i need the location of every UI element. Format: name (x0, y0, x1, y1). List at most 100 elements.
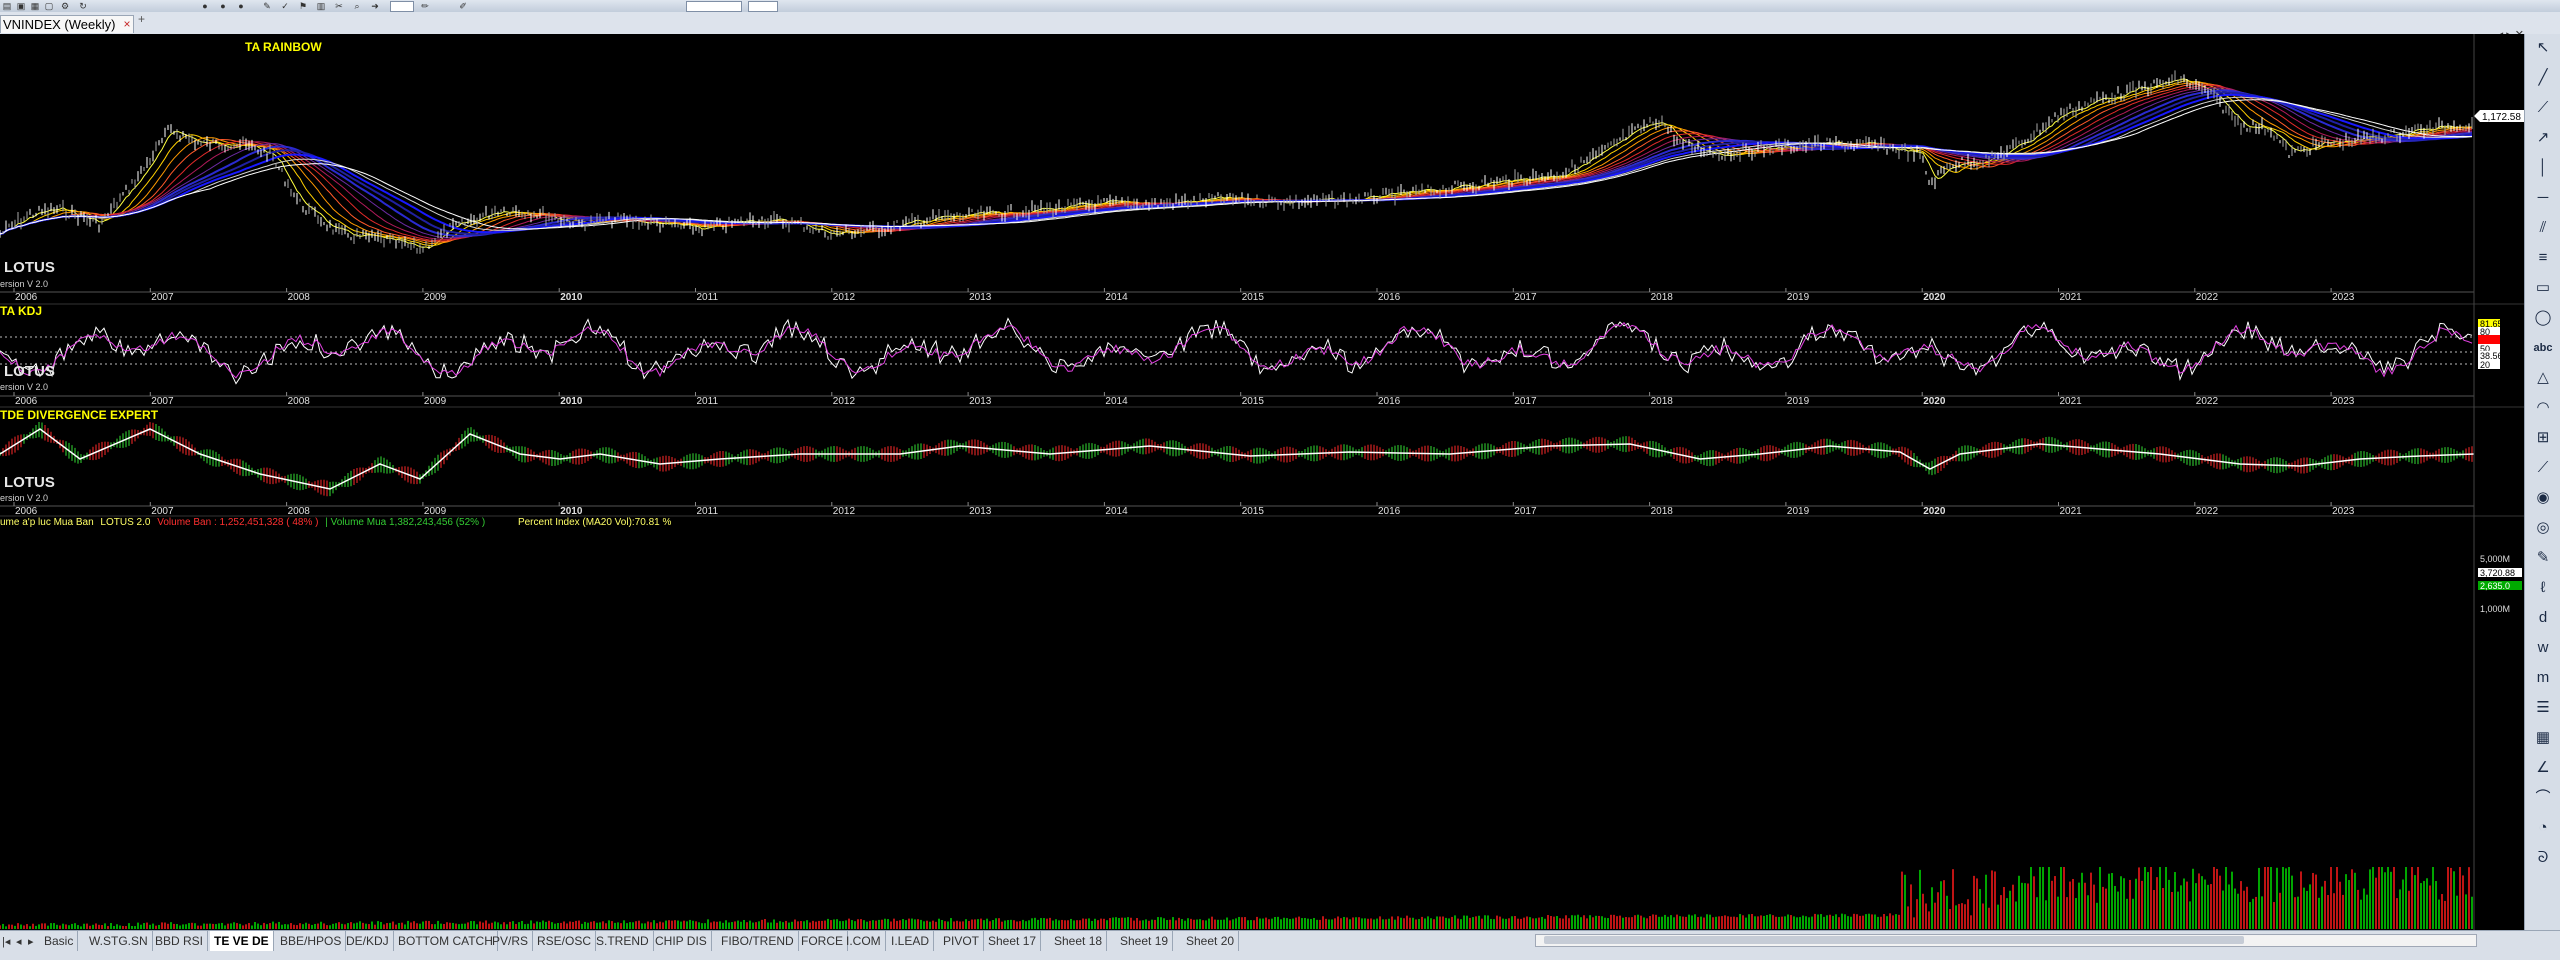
year-label: 2010 (560, 396, 583, 407)
year-label: 2020 (1923, 396, 1946, 407)
filter-icon[interactable]: ⚑ (298, 1, 308, 11)
fan-icon[interactable]: ⌒ (2533, 788, 2553, 808)
arc-icon[interactable]: ◠ (2533, 398, 2553, 418)
year-label: 2011 (697, 396, 719, 407)
year-label: 2010 (560, 506, 583, 517)
sheet-tab[interactable]: S.TREND (592, 931, 654, 951)
pen-icon[interactable]: ✎ (2533, 548, 2553, 568)
fib-icon[interactable]: ≡ (2533, 248, 2553, 268)
brush-tool-icon[interactable]: ✐ (458, 1, 468, 11)
arrow-line-icon[interactable]: ↗ (2533, 128, 2553, 148)
sheet-tab[interactable]: BOTTOM CATCH (394, 931, 498, 951)
sheet-tab[interactable]: FIBO/TREND (717, 931, 799, 951)
grid-icon[interactable]: ▦ (2533, 728, 2553, 748)
sheet-tab[interactable]: Sheet 17 (984, 931, 1042, 951)
parallel-icon[interactable]: ⫽ (2533, 218, 2553, 238)
sheet-nav-first-icon[interactable]: |◂ (2, 935, 10, 948)
kdj-pane: TA KDJ LOTUS ersion V 2.0 2006 2007 2008 20… (0, 303, 2524, 407)
sheet-tab[interactable]: W.STG.SN (85, 931, 153, 951)
sheet-tab[interactable]: I.LEAD (887, 931, 935, 951)
print-icon[interactable]: ▦ (30, 1, 40, 11)
close-tab-icon[interactable]: × (123, 16, 130, 33)
volume-percent-text: Percent Index (MA20 Vol):70.81 % (518, 517, 672, 528)
refresh-icon[interactable]: ↻ (78, 1, 88, 11)
sheet-tab[interactable]: Sheet 19 (1116, 931, 1174, 951)
year-label: 2012 (833, 292, 856, 303)
sheet-nav-next-icon[interactable]: ▸ (28, 935, 34, 948)
draw-icon[interactable]: ✏ (420, 1, 430, 11)
period-field[interactable] (748, 1, 778, 12)
symbol-field[interactable] (686, 1, 742, 12)
globe-icon[interactable]: ◉ (2533, 488, 2553, 508)
zoom-icon[interactable]: ⌕ (352, 1, 362, 11)
check-icon[interactable]: ✓ (280, 1, 290, 11)
text-icon[interactable]: abc (2533, 338, 2553, 358)
brush-icon[interactable]: ℓ (2533, 578, 2553, 598)
year-label: 2012 (833, 506, 856, 517)
rect-icon[interactable]: ▭ (2533, 278, 2553, 298)
sheet-nav-prev-icon[interactable]: ◂ (16, 935, 22, 948)
year-label: 2018 (1651, 506, 1674, 517)
spiral-icon[interactable]: ᘐ (2533, 848, 2553, 868)
lock-icon[interactable]: ◎ (2533, 518, 2553, 538)
ma-ribbon-line (0, 86, 2473, 240)
bars-icon[interactable]: ☰ (2533, 698, 2553, 718)
sheet-tab[interactable]: BBE/HPOS (276, 931, 347, 951)
divergence-version: ersion V 2.0 (0, 493, 48, 503)
document-tab-bar: VNINDEX (Weekly) × + ◂ ▸ ✕ (0, 12, 2560, 41)
angle-icon[interactable]: ∠ (2533, 758, 2553, 778)
copy-icon[interactable]: ▢ (44, 1, 54, 11)
sheet-tab[interactable]: TE VE DE (210, 931, 274, 951)
triangle-icon[interactable]: △ (2533, 368, 2553, 388)
sheet-tab[interactable]: FORCE (797, 931, 848, 951)
rainbow-version: ersion V 2.0 (0, 279, 48, 289)
sheet-tab[interactable]: RSE/OSC (533, 931, 597, 951)
line-icon[interactable]: ╱ (2533, 68, 2553, 88)
interval-field[interactable] (390, 1, 414, 12)
cycle-icon[interactable]: ◔ (2533, 818, 2553, 838)
sheet-tab[interactable]: PV/RS (488, 931, 534, 951)
stop-icon[interactable]: ● (218, 1, 228, 11)
document-tab[interactable]: VNINDEX (Weekly) × (0, 15, 135, 33)
chart-type-icon[interactable]: ▥ (316, 1, 326, 11)
ray-icon[interactable]: ⟋ (2533, 98, 2553, 118)
year-label: 2022 (2196, 396, 2219, 407)
horizontal-scrollbar[interactable] (1535, 934, 2477, 947)
w-icon[interactable]: w (2533, 638, 2553, 658)
trend-icon[interactable]: ⟋ (2533, 458, 2553, 478)
new-tab-button[interactable]: + (138, 12, 145, 26)
sheet-tab[interactable]: I.COM (842, 931, 886, 951)
forward-icon[interactable]: ➜ (370, 1, 380, 11)
year-label: 2014 (1105, 506, 1128, 517)
sheet-tab[interactable]: Sheet 20 (1182, 931, 1240, 951)
open-icon[interactable]: ▤ (2, 1, 12, 11)
cursor-icon[interactable]: ↖ (2533, 38, 2553, 58)
sheet-tab[interactable]: DE/KDJ (342, 931, 394, 951)
gann-icon[interactable]: ⊞ (2533, 428, 2553, 448)
sheet-tab[interactable]: Basic (40, 931, 79, 951)
tools-icon[interactable]: ✂ (334, 1, 344, 11)
sheet-tab[interactable]: Sheet 18 (1050, 931, 1108, 951)
year-label: 2011 (697, 292, 719, 303)
divergence-watermark: LOTUS (4, 474, 55, 491)
chart-area[interactable]: TA RAINBOW LOTUS ersion V 2.0 2006 2007 20… (0, 34, 2524, 930)
m-icon[interactable]: m (2533, 668, 2553, 688)
horizontal-line-icon[interactable]: ─ (2533, 188, 2553, 208)
play-icon[interactable]: ● (200, 1, 210, 11)
settings-icon[interactable]: ⚙ (60, 1, 70, 11)
chart-canvas[interactable]: TA RAINBOW LOTUS ersion V 2.0 2006 2007 20… (0, 34, 2524, 930)
sheet-tab[interactable]: PIVOT (939, 931, 985, 951)
year-label: 2020 (1923, 506, 1946, 517)
ellipse-icon[interactable]: ◯ (2533, 308, 2553, 328)
year-label: 2023 (2332, 292, 2355, 303)
year-label: 2009 (424, 396, 447, 407)
record-icon[interactable]: ● (236, 1, 246, 11)
vertical-line-icon[interactable]: │ (2533, 158, 2553, 178)
sheet-tab[interactable]: CHIP DIS (651, 931, 712, 951)
scrollbar-thumb[interactable] (1544, 936, 2244, 944)
d-icon[interactable]: d (2533, 608, 2553, 628)
sheet-tab[interactable]: BBD RSI (151, 931, 209, 951)
year-label: 2010 (560, 292, 583, 303)
save-icon[interactable]: ▣ (16, 1, 26, 11)
scan-icon[interactable]: ✎ (262, 1, 272, 11)
